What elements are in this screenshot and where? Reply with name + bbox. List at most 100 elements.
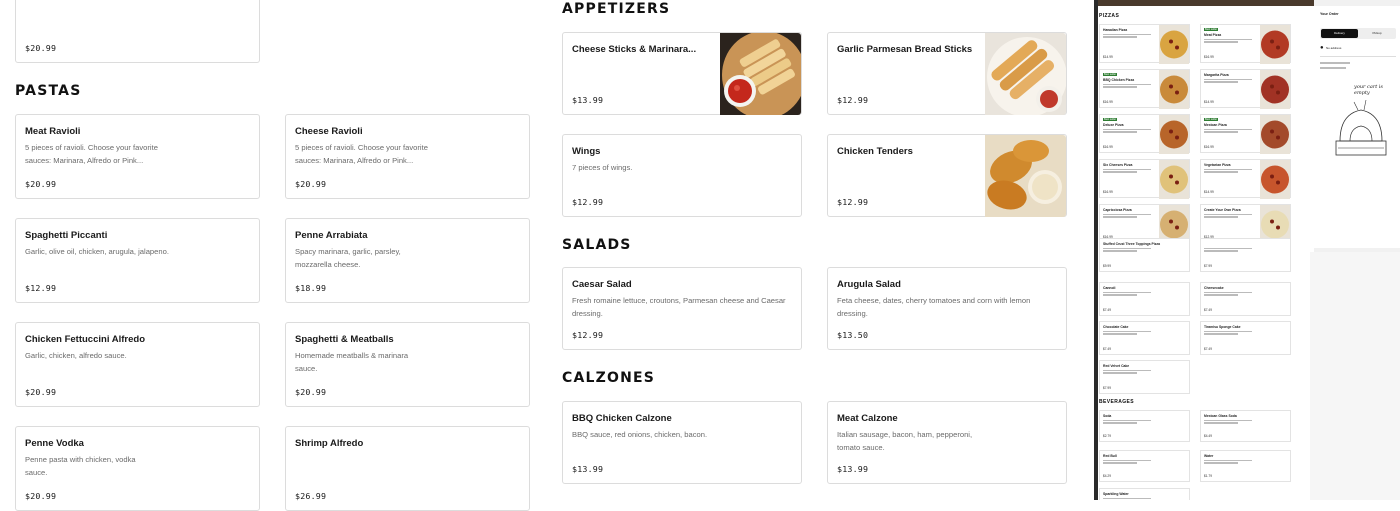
preview-item-card[interactable]: Stuffed Crust Three Toppings Pizza $9.99 [1099, 238, 1190, 272]
item-price: $12.99 [25, 283, 57, 293]
preview-item-description-lines [1103, 292, 1155, 297]
menu-item-card[interactable]: $20.99 [15, 0, 260, 63]
empty-cart-oven-illustration [1335, 99, 1387, 156]
menu-item-card[interactable]: Chicken Fettuccini Alfredo Garlic, chick… [15, 322, 260, 407]
item-name: Arugula Salad [837, 279, 901, 290]
preview-item-card[interactable]: Hawaiian Pizza $14.99 [1099, 24, 1190, 64]
preview-item-card[interactable]: Soda $2.79 [1099, 410, 1190, 442]
preview-item-price: $7.99 [1103, 386, 1111, 390]
preview-item-name: Margarita Pizza [1204, 73, 1229, 77]
preview-item-name: Create Your Own Pizza [1204, 208, 1241, 212]
preview-item-card[interactable]: Best seller Mexican Pizza $16.99 [1200, 114, 1291, 154]
menu-item-card[interactable]: BBQ Chicken Calzone BBQ sauce, red onion… [562, 401, 802, 484]
preview-item-card[interactable]: Red Velvet Cake $7.99 [1099, 360, 1190, 394]
item-name: Wings [572, 146, 601, 157]
preview-item-price: $7.49 [1204, 347, 1212, 351]
menu-item-card[interactable]: Cheese Sticks & Marinara... $13.99 [562, 32, 802, 115]
item-price: $12.99 [572, 330, 604, 340]
preview-item-name: Stuffed Crust Three Toppings Pizza [1103, 242, 1161, 246]
item-description: 7 pieces of wings. [572, 163, 633, 172]
preview-item-description-lines [1204, 460, 1256, 465]
preview-item-card[interactable]: Sparkling Water [1099, 488, 1190, 500]
preview-item-card[interactable]: Cannoli $7.49 [1099, 282, 1190, 316]
preview-item-price: $4.49 [1204, 434, 1212, 438]
menu-item-card[interactable]: Spaghetti Piccanti Garlic, olive oil, ch… [15, 218, 260, 303]
item-description: Homemade meatballs & marinara sauce. [295, 351, 409, 373]
item-name: BBQ Chicken Calzone [572, 413, 672, 424]
preview-item-price: $7.49 [1103, 308, 1111, 312]
preview-item-price: $16.99 [1204, 145, 1214, 149]
pizza-photo [1260, 25, 1290, 64]
menu-item-card[interactable]: Meat Calzone Italian sausage, bacon, ham… [827, 401, 1067, 484]
preview-item-card[interactable]: Vegetarian Pizza $14.99 [1200, 159, 1291, 199]
pizza-photo [1159, 115, 1189, 154]
preview-item-card[interactable]: Best seller Deluxe Pizza $16.99 [1099, 114, 1190, 154]
preview-order-panel-lower [1310, 252, 1400, 500]
best-seller-badge: Best seller [1204, 118, 1219, 121]
bread-sticks-photo [985, 33, 1066, 115]
preview-item-card[interactable]: $7.99 [1200, 238, 1291, 272]
preview-item-description-lines [1103, 370, 1155, 375]
preview-item-name: Water [1204, 454, 1214, 458]
menu-item-card[interactable]: Cheese Ravioli 5 pieces of ravioli. Choo… [285, 114, 530, 199]
item-price: $20.99 [25, 43, 57, 53]
section-title-pastas: PASTAS [15, 83, 82, 99]
menu-item-card[interactable]: Wings 7 pieces of wings. $12.99 [562, 134, 802, 217]
order-mode-toggle[interactable]: Delivery Pickup [1320, 28, 1396, 39]
preview-item-card[interactable]: Six Cheeses Pizza $16.99 [1099, 159, 1190, 199]
menu-item-card[interactable]: Penne Vodka Penne pasta with chicken, vo… [15, 426, 260, 511]
preview-item-description-lines [1204, 169, 1256, 174]
pizza-photo [1159, 70, 1189, 109]
preview-item-card[interactable]: Margarita Pizza $14.99 [1200, 69, 1291, 109]
preview-item-card[interactable]: Best seller BBQ Chicken Pizza $16.99 [1099, 69, 1190, 109]
preview-item-description-lines [1204, 420, 1256, 425]
preview-item-name: Mexican Pizza [1204, 123, 1227, 127]
menu-item-card[interactable]: Shrimp Alfredo $26.99 [285, 426, 530, 511]
preview-item-description-lines [1103, 214, 1155, 219]
preview-item-name: Red Velvet Cake [1103, 364, 1130, 368]
item-description: Spacy marinara, garlic, parsley, mozzare… [295, 247, 401, 269]
item-description: 5 pieces of ravioli. Choose your favorit… [25, 143, 158, 165]
preview-item-card[interactable]: Cheesecake $7.49 [1200, 282, 1291, 316]
preview-item-card[interactable]: Chocolate Cake $7.49 [1099, 321, 1190, 355]
chicken-tenders-photo [985, 135, 1066, 217]
menu-item-card[interactable]: Arugula Salad Feta cheese, dates, cherry… [827, 267, 1067, 350]
menu-item-card[interactable]: Garlic Parmesan Bread Sticks $12.99 [827, 32, 1067, 115]
preview-order-panel: Your Order Delivery Pickup ● No address … [1310, 6, 1400, 248]
preview-item-name: Soda [1103, 414, 1112, 418]
menu-item-card[interactable]: Chicken Tenders $12.99 [827, 134, 1067, 217]
preview-item-name: Cheesecake [1204, 286, 1224, 290]
item-price: $13.99 [572, 95, 604, 105]
menu-item-card[interactable]: Meat Ravioli 5 pieces of ravioli. Choose… [15, 114, 260, 199]
item-description: BBQ sauce, red onions, chicken, bacon. [572, 430, 708, 439]
preview-item-description-lines [1204, 214, 1256, 219]
item-description: Garlic, chicken, alfredo sauce. [25, 351, 127, 360]
preview-item-card[interactable]: Best seller Meat Pizza $16.99 [1200, 24, 1291, 64]
menu-item-card[interactable]: Caesar Salad Fresh romaine lettuce, crou… [562, 267, 802, 350]
item-description: Italian sausage, bacon, ham, pepperoni, … [837, 430, 973, 452]
item-price: $13.99 [572, 464, 604, 474]
page-preview-panel: PIZZAS BEVERAGES Your Order Delivery Pic… [1094, 0, 1400, 500]
menu-item-card[interactable]: Spaghetti & Meatballs Homemade meatballs… [285, 322, 530, 407]
preview-item-card[interactable]: Red Bull $4.29 [1099, 450, 1190, 482]
preview-item-card[interactable]: Mexican Glass Soda $4.49 [1200, 410, 1291, 442]
pizza-photo [1159, 160, 1189, 199]
preview-item-price: $14.99 [1204, 100, 1214, 104]
item-name: Caesar Salad [572, 279, 632, 290]
item-name: Meat Ravioli [25, 126, 81, 137]
preview-item-name: Deluxe Pizza [1103, 123, 1124, 127]
order-line [1320, 67, 1346, 69]
item-name: Spaghetti & Meatballs [295, 334, 394, 345]
preview-item-description-lines [1103, 420, 1155, 425]
menu-item-card[interactable]: Penne Arrabiata Spacy marinara, garlic, … [285, 218, 530, 303]
item-name: Penne Vodka [25, 438, 84, 449]
preview-item-description-lines [1103, 331, 1155, 336]
preview-item-description-lines [1103, 169, 1155, 174]
order-address: No address [1326, 46, 1342, 50]
delivery-tab[interactable]: Delivery [1321, 29, 1358, 38]
preview-item-card[interactable]: Tiramisu Sponge Cake $7.49 [1200, 321, 1291, 355]
item-price: $18.99 [295, 283, 327, 293]
pickup-tab[interactable]: Pickup [1359, 29, 1395, 38]
preview-item-price: $7.99 [1204, 264, 1212, 268]
preview-item-card[interactable]: Water $1.79 [1200, 450, 1291, 482]
